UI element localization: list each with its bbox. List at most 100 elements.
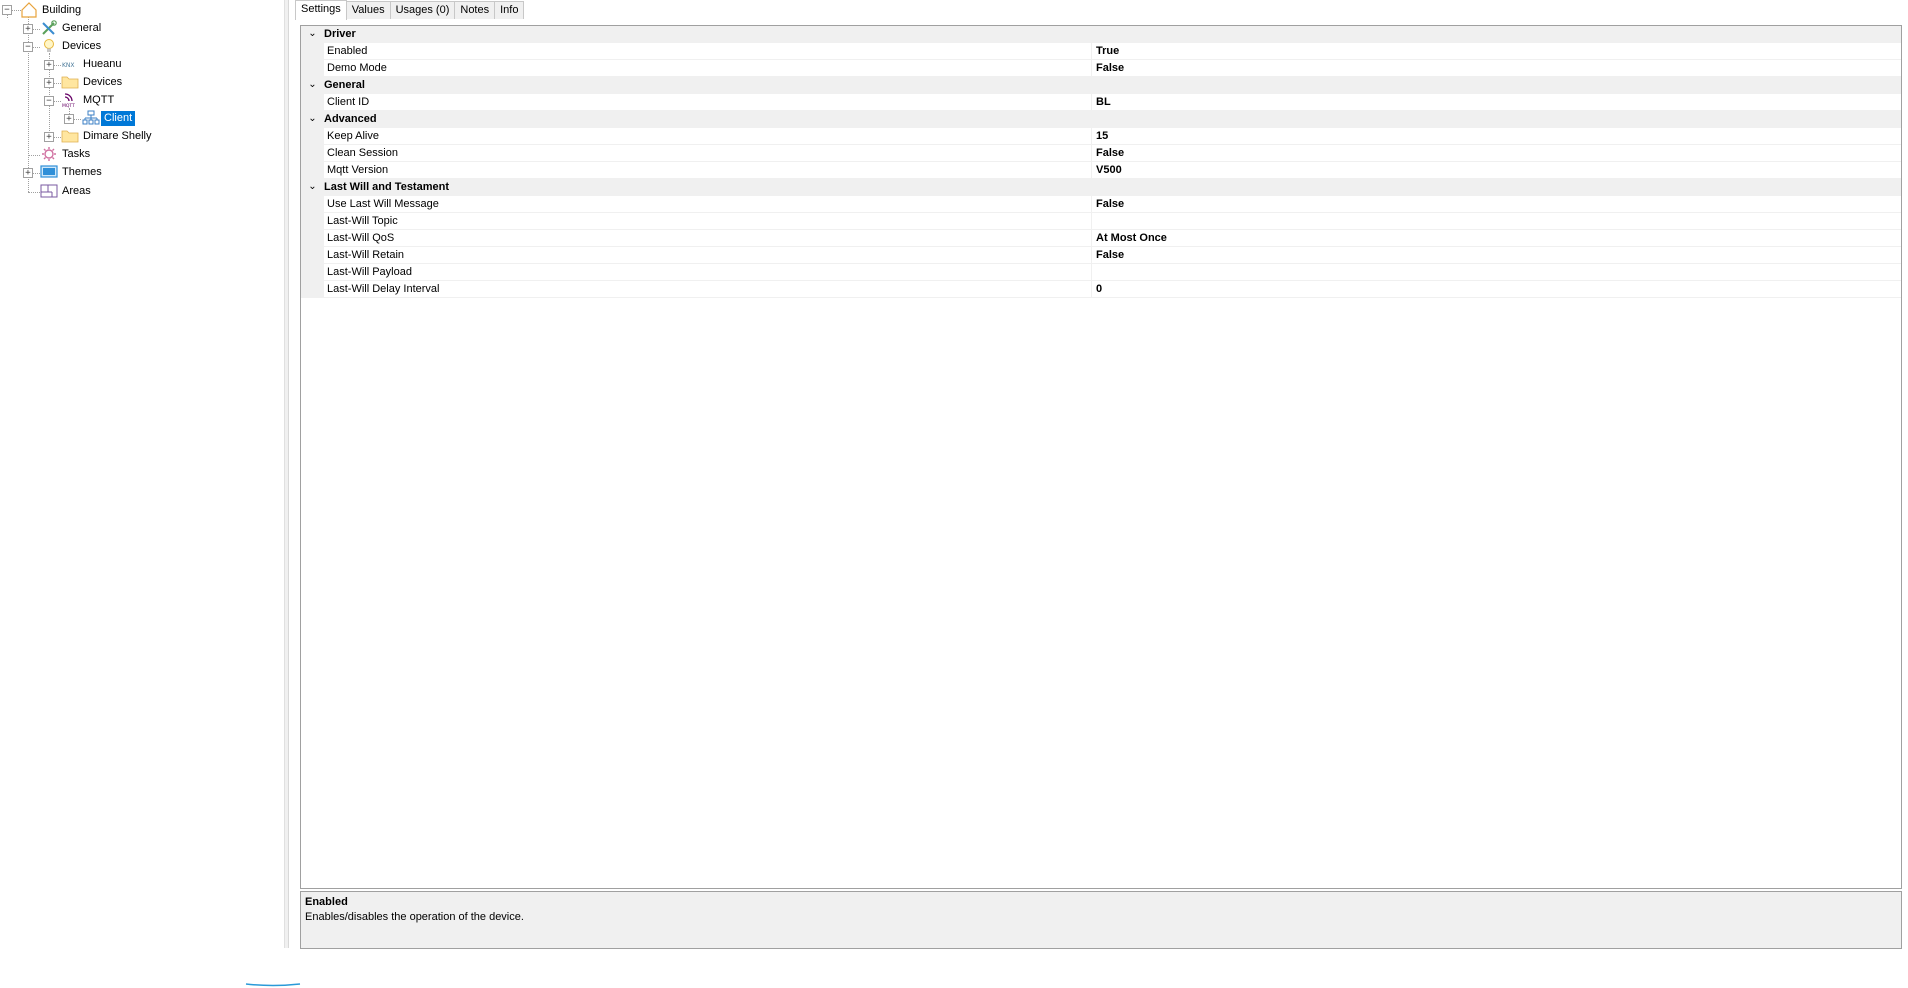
- folder-icon: [61, 130, 79, 143]
- property-row-keep-alive[interactable]: Keep Alive 15: [301, 128, 1901, 145]
- tree-expand-toggle[interactable]: +: [23, 24, 33, 34]
- property-row-use-last-will[interactable]: Use Last Will Message False: [301, 196, 1901, 213]
- property-value[interactable]: False: [1092, 196, 1124, 212]
- tree-expand-toggle[interactable]: +: [64, 114, 74, 124]
- property-row-last-will-payload[interactable]: Last-Will Payload: [301, 264, 1901, 281]
- svg-text:KNX: KNX: [62, 62, 75, 69]
- category-title: Driver: [324, 28, 356, 40]
- tree-node-tasks[interactable]: Tasks: [40, 146, 93, 162]
- property-value[interactable]: At Most Once: [1092, 230, 1167, 246]
- property-name: Demo Mode: [324, 60, 1092, 76]
- category-last-will[interactable]: ⌄ Last Will and Testament: [301, 179, 1901, 196]
- property-row-client-id[interactable]: Client ID BL: [301, 94, 1901, 111]
- tree-node-label: Dimare Shelly: [83, 129, 152, 142]
- category-general[interactable]: ⌄ General: [301, 77, 1901, 94]
- tree-node-hueanu[interactable]: KNX Hueanu: [61, 56, 125, 72]
- tree-collapse-toggle[interactable]: −: [44, 96, 54, 106]
- properties-panel: Settings Values Usages (0) Notes Info ⌄ …: [288, 0, 1908, 949]
- property-grid[interactable]: ⌄ Driver Enabled True Demo Mode False ⌄ …: [300, 25, 1902, 889]
- tab-info[interactable]: Info: [494, 1, 525, 19]
- property-value[interactable]: True: [1092, 43, 1119, 59]
- property-value[interactable]: [1092, 264, 1096, 280]
- tree-node-label: General: [62, 21, 102, 34]
- tree-node-mqtt[interactable]: MQTT MQTT: [61, 92, 117, 108]
- floorplan-icon: [40, 184, 58, 198]
- property-row-clean-session[interactable]: Clean Session False: [301, 145, 1901, 162]
- decorative-stroke: [245, 983, 301, 987]
- tree-node-label: Building: [42, 3, 82, 16]
- tree-node-dimare-shelly[interactable]: Dimare Shelly: [61, 128, 154, 144]
- tab-values[interactable]: Values: [345, 1, 391, 19]
- property-help-panel: Enabled Enables/disables the operation o…: [300, 891, 1902, 949]
- tab-notes[interactable]: Notes: [454, 1, 496, 19]
- chevron-down-icon[interactable]: ⌄: [301, 77, 324, 93]
- tree-collapse-toggle[interactable]: −: [23, 42, 33, 52]
- tree-node-building[interactable]: Building: [20, 2, 84, 18]
- property-name: Last-Will Topic: [324, 213, 1092, 229]
- tree-node-label: Tasks: [62, 147, 91, 160]
- property-name: Enabled: [324, 43, 1092, 59]
- property-row-last-will-qos[interactable]: Last-Will QoS At Most Once: [301, 230, 1901, 247]
- property-row-last-will-retain[interactable]: Last-Will Retain False: [301, 247, 1901, 264]
- tree-node-label: Devices: [83, 75, 123, 88]
- tree-expand-toggle[interactable]: +: [44, 60, 54, 70]
- tree-node-areas[interactable]: Areas: [40, 183, 94, 199]
- category-title: General: [324, 79, 365, 91]
- tree-collapse-toggle[interactable]: −: [2, 5, 12, 15]
- house-icon: [21, 2, 37, 18]
- tree-node-themes[interactable]: Themes: [40, 164, 105, 180]
- folder-icon: [61, 76, 79, 89]
- category-advanced[interactable]: ⌄ Advanced: [301, 111, 1901, 128]
- property-value[interactable]: False: [1092, 247, 1124, 263]
- tree-line: [53, 137, 61, 138]
- property-value[interactable]: False: [1092, 145, 1124, 161]
- tree-node-devices-folder[interactable]: Devices: [61, 74, 125, 90]
- tree-line: [53, 65, 61, 66]
- property-name: Last-Will Payload: [324, 264, 1092, 280]
- property-value[interactable]: BL: [1092, 94, 1111, 110]
- tree-node-label: Devices: [62, 39, 102, 52]
- property-value[interactable]: False: [1092, 60, 1124, 76]
- tree-line: [28, 155, 40, 156]
- tree-node-label: MQTT: [83, 93, 115, 106]
- tree-line: [28, 192, 40, 193]
- property-row-last-will-delay[interactable]: Last-Will Delay Interval 0: [301, 281, 1901, 298]
- property-value[interactable]: 15: [1092, 128, 1108, 144]
- lightbulb-icon: [44, 39, 54, 52]
- tab-usages[interactable]: Usages (0): [389, 1, 456, 19]
- property-value[interactable]: 0: [1092, 281, 1102, 297]
- property-name: Client ID: [324, 94, 1092, 110]
- category-driver[interactable]: ⌄ Driver: [301, 26, 1901, 43]
- tree-line: [32, 29, 40, 30]
- property-name: Last-Will QoS: [324, 230, 1092, 246]
- property-row-last-will-topic[interactable]: Last-Will Topic: [301, 213, 1901, 230]
- property-value[interactable]: [1092, 213, 1096, 229]
- tree-node-label: Areas: [62, 184, 91, 197]
- chevron-down-icon[interactable]: ⌄: [301, 26, 324, 42]
- property-row-demo-mode[interactable]: Demo Mode False: [301, 60, 1901, 77]
- knx-icon: KNX: [62, 62, 75, 69]
- help-description: Enables/disables the operation of the de…: [305, 911, 524, 923]
- property-name: Use Last Will Message: [324, 196, 1092, 212]
- device-tree[interactable]: − + − + + − + + + Building General Devic…: [0, 0, 284, 948]
- property-value[interactable]: V500: [1092, 162, 1122, 178]
- network-icon: [82, 110, 100, 125]
- chevron-down-icon[interactable]: ⌄: [301, 179, 324, 195]
- tree-node-client[interactable]: Client: [82, 110, 136, 126]
- property-name: Last-Will Retain: [324, 247, 1092, 263]
- property-name: Keep Alive: [324, 128, 1092, 144]
- tree-node-label: Themes: [62, 165, 102, 178]
- property-row-mqtt-version[interactable]: Mqtt Version V500: [301, 162, 1901, 179]
- tree-expand-toggle[interactable]: +: [23, 168, 33, 178]
- mqtt-icon: MQTT: [62, 93, 75, 108]
- tree-expand-toggle[interactable]: +: [44, 78, 54, 88]
- category-title: Advanced: [324, 113, 377, 125]
- chevron-down-icon[interactable]: ⌄: [301, 111, 324, 127]
- category-title: Last Will and Testament: [324, 181, 449, 193]
- tree-node-devices[interactable]: Devices: [40, 38, 104, 54]
- tree-expand-toggle[interactable]: +: [44, 132, 54, 142]
- property-row-enabled[interactable]: Enabled True: [301, 43, 1901, 60]
- tab-settings[interactable]: Settings: [295, 0, 347, 20]
- property-name: Clean Session: [324, 145, 1092, 161]
- tree-node-general[interactable]: General: [40, 20, 104, 36]
